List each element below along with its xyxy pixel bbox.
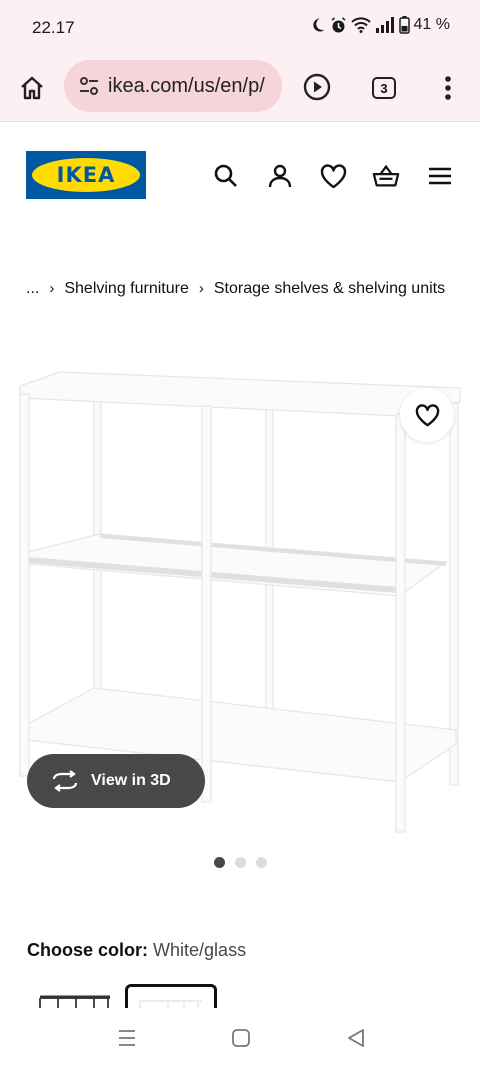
tab-count: 3 xyxy=(380,80,388,96)
logo-text: IKEA xyxy=(56,163,116,187)
alarm-icon xyxy=(330,16,347,34)
logo-oval: IKEA xyxy=(32,158,140,192)
play-icon xyxy=(303,73,331,101)
site-settings-icon[interactable] xyxy=(76,73,102,99)
choose-color: Choose color: White/glass xyxy=(27,940,246,961)
back-icon[interactable] xyxy=(344,1026,368,1050)
favorite-icon[interactable] xyxy=(319,162,347,190)
status-time: 22.17 xyxy=(32,18,75,37)
chevron-right-icon: › xyxy=(198,280,204,297)
status-bar: 22.17 41 % xyxy=(0,0,480,56)
cart-icon[interactable] xyxy=(372,162,400,190)
rotate-3d-icon xyxy=(51,767,79,795)
heart-icon xyxy=(415,403,439,426)
home-icon xyxy=(21,76,43,100)
battery-percent: 41 % xyxy=(413,16,450,33)
more-vert-icon xyxy=(445,76,451,100)
address-bar[interactable]: ikea.com/us/en/p/ xyxy=(64,60,282,112)
breadcrumb-item-storage-shelves[interactable]: Storage shelves & shelving units xyxy=(214,280,445,297)
signal-icon xyxy=(375,17,395,33)
account-icon[interactable] xyxy=(266,162,294,190)
save-to-favorites-button[interactable] xyxy=(400,388,454,442)
home-nav-icon[interactable] xyxy=(229,1026,253,1050)
recent-apps-icon[interactable] xyxy=(115,1026,139,1050)
view-in-3d-label: View in 3D xyxy=(91,772,171,789)
url-text[interactable]: ikea.com/us/en/p/ xyxy=(108,75,265,98)
status-icons: 41 % xyxy=(310,16,450,34)
gallery-dot[interactable] xyxy=(213,857,225,868)
choose-color-value: White/glass xyxy=(153,940,247,960)
tabs-button[interactable]: 3 xyxy=(366,70,402,106)
gallery-dot[interactable] xyxy=(234,857,246,868)
moon-icon xyxy=(310,17,326,33)
site-header: IKEA xyxy=(0,122,480,232)
gallery-dots xyxy=(0,857,480,868)
play-button[interactable] xyxy=(298,68,336,106)
gallery-dot[interactable] xyxy=(255,857,267,868)
color-swatch-white-glass[interactable] xyxy=(125,984,217,1010)
browser-toolbar: ikea.com/us/en/p/ 3 xyxy=(0,56,480,122)
view-in-3d-button[interactable]: View in 3D xyxy=(27,754,205,808)
wifi-icon xyxy=(350,17,371,33)
search-icon[interactable] xyxy=(212,162,240,190)
system-nav-bar xyxy=(0,1008,480,1067)
battery-icon xyxy=(398,16,410,34)
breadcrumb: ... › Shelving furniture › Storage shelves &… xyxy=(26,274,456,303)
choose-color-label: Choose color: xyxy=(27,940,149,960)
breadcrumb-item-ellipsis[interactable]: ... xyxy=(26,280,39,297)
hamburger-menu-icon[interactable] xyxy=(426,162,454,190)
breadcrumb-item-shelving-furniture[interactable]: Shelving furniture xyxy=(64,280,189,297)
color-swatch-black-brown[interactable] xyxy=(32,984,124,1010)
tabs-icon: 3 xyxy=(372,77,396,99)
ikea-logo[interactable]: IKEA xyxy=(26,151,146,199)
browser-menu-button[interactable] xyxy=(430,70,466,106)
home-button[interactable] xyxy=(14,70,50,106)
chevron-right-icon: › xyxy=(49,280,55,297)
